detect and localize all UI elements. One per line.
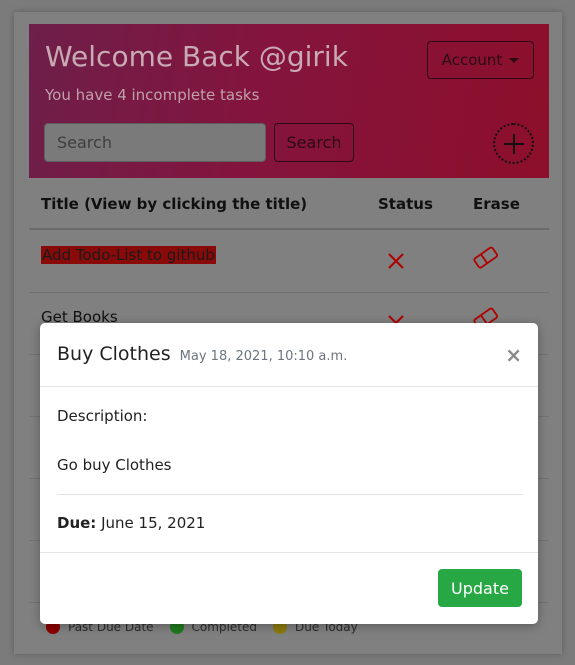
eraser-icon[interactable] [472,245,500,271]
todo-title-link[interactable]: Add Todo-List to github [41,246,216,264]
modal-title: Buy Clothes May 18, 2021, 10:10 a.m. [57,343,347,365]
modal-task-title: Buy Clothes [57,343,171,365]
modal-task-date: May 18, 2021, 10:10 a.m. [179,349,348,364]
modal-divider [57,494,523,495]
welcome-title: Welcome Back @girik [45,40,348,73]
x-icon[interactable] [386,251,406,271]
column-header-title: Title (View by clicking the title) [41,195,308,213]
search-button[interactable]: Search [274,123,354,162]
row-divider [29,292,549,293]
modal-header: Buy Clothes May 18, 2021, 10:10 a.m. × [40,323,538,387]
incomplete-count-text: You have 4 incomplete tasks [45,86,260,104]
due-label: Due: [57,514,97,532]
add-task-button[interactable] [493,123,534,164]
close-icon[interactable]: × [505,343,522,367]
search-input[interactable] [44,123,266,162]
description-label: Description: [57,407,148,425]
modal-footer-divider [40,552,538,553]
due-date: Due: June 15, 2021 [57,514,205,532]
update-button[interactable]: Update [438,569,522,607]
plus-icon [503,133,524,154]
description-text: Go buy Clothes [57,456,172,474]
chevron-down-icon [509,57,520,63]
column-header-status: Status [378,195,433,213]
header-divider [29,228,549,230]
due-value: June 15, 2021 [101,514,206,532]
column-header-erase: Erase [473,195,520,213]
account-dropdown-button[interactable]: Account [427,41,534,79]
task-detail-modal: Buy Clothes May 18, 2021, 10:10 a.m. × D… [40,323,538,624]
account-label: Account [441,51,503,69]
